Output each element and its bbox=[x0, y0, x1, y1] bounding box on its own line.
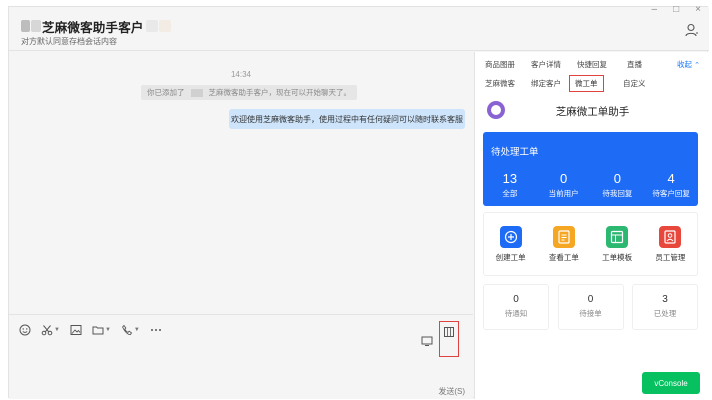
stat-value: 0 bbox=[587, 294, 594, 305]
stat-value: 3 bbox=[662, 294, 668, 305]
close-button[interactable]: × bbox=[695, 4, 701, 15]
chat-window: 芝麻微客助手客户 对方默认同意存档会话内容 – □ × 14:34 你已添加了 … bbox=[8, 4, 709, 399]
pending-stats: 13 全部 0 当前用户 0 待我回复 4 待客户回复 bbox=[483, 172, 698, 199]
stat-current-user[interactable]: 0 当前用户 bbox=[539, 172, 589, 199]
chat-header: 芝麻微客助手客户 对方默认同意存档会话内容 – □ × bbox=[9, 4, 709, 51]
message-list[interactable]: 14:34 你已添加了 芝麻微客助手客户，现在可以开始聊天了。 欢迎使用芝麻微客… bbox=[9, 52, 473, 314]
sent-message-bubble[interactable]: 欢迎使用芝麻微客助手，使用过程中有任何疑问可以随时联系客服 bbox=[229, 109, 465, 129]
chevron-down-icon: ▼ bbox=[133, 327, 140, 333]
window-controls: – □ × bbox=[652, 4, 701, 15]
bot-name: 芝麻微工单助手 bbox=[555, 106, 630, 118]
tab-custom[interactable]: 自定义 bbox=[623, 78, 646, 89]
stat-value: 0 bbox=[613, 171, 621, 186]
chevron-down-icon: ▼ bbox=[104, 327, 111, 333]
tab-zhima-weike[interactable]: 芝麻微客 bbox=[485, 78, 515, 89]
minimize-button[interactable]: – bbox=[652, 4, 658, 15]
vconsole-button[interactable]: vConsole bbox=[642, 372, 700, 394]
chevron-up-icon: ⌃ bbox=[694, 62, 700, 69]
redacted-name-block bbox=[31, 20, 41, 32]
more-icon[interactable] bbox=[150, 324, 162, 336]
tab-customer-details[interactable]: 客户详情 bbox=[531, 59, 561, 70]
redacted-name-block bbox=[158, 20, 171, 32]
redacted-name-block bbox=[145, 20, 158, 32]
bot-header: 芝麻微工单助手 bbox=[475, 100, 710, 122]
redacted-avatar bbox=[21, 20, 30, 32]
stat-label: 全部 bbox=[502, 189, 518, 198]
stat-awaiting-customer-reply[interactable]: 4 待客户回复 bbox=[646, 172, 696, 199]
input-toolbar: ▼ ▼ ▼ bbox=[19, 324, 162, 336]
collapse-label: 收起 bbox=[677, 60, 692, 69]
function-label: 创建工单 bbox=[495, 252, 526, 262]
system-message: 你已添加了 芝麻微客助手客户，现在可以开始聊天了。 bbox=[141, 85, 357, 100]
stat-label: 待我回复 bbox=[602, 189, 633, 198]
folder-icon[interactable]: ▼ bbox=[92, 324, 111, 336]
person-icon[interactable] bbox=[685, 23, 699, 37]
message-input-area[interactable]: ▼ ▼ ▼ 发送(S) bbox=[9, 314, 473, 399]
stat-value: 0 bbox=[513, 294, 519, 305]
tab-live[interactable]: 直播 bbox=[627, 59, 642, 70]
function-label: 工单模板 bbox=[602, 252, 633, 262]
send-button[interactable]: 发送(S) bbox=[438, 386, 465, 397]
order-templates-button[interactable]: 工单模板 bbox=[592, 225, 642, 263]
pending-orders-title: 待处理工单 bbox=[491, 147, 539, 158]
stat-value: 4 bbox=[667, 171, 675, 186]
screen-icon[interactable] bbox=[421, 335, 433, 347]
collapse-button[interactable]: 收起 ⌃ bbox=[677, 59, 700, 70]
sidebar-panel-icon bbox=[444, 327, 454, 337]
stat-to-notify[interactable]: 0 待通知 bbox=[483, 284, 549, 330]
tab-work-order[interactable]: 微工单 bbox=[569, 75, 604, 92]
stat-all[interactable]: 13 全部 bbox=[485, 172, 535, 199]
maximize-button[interactable]: □ bbox=[673, 4, 679, 15]
pending-orders-card: 待处理工单 13 全部 0 当前用户 0 待我回复 4 待客户回复 bbox=[483, 132, 698, 206]
message-timestamp: 14:34 bbox=[230, 70, 252, 79]
function-grid: 创建工单 查看工单 工单模板 员工管理 bbox=[483, 212, 698, 276]
stat-awaiting-my-reply[interactable]: 0 待我回复 bbox=[592, 172, 642, 199]
order-status-stats: 0 待通知 0 待接单 3 已处理 bbox=[483, 284, 698, 330]
input-right-tools bbox=[421, 321, 459, 359]
phone-icon[interactable]: ▼ bbox=[121, 324, 140, 336]
redacted-name bbox=[190, 88, 203, 97]
plus-circle-icon bbox=[499, 225, 522, 248]
stat-to-accept[interactable]: 0 待接单 bbox=[557, 284, 624, 330]
stat-label: 待通知 bbox=[504, 309, 528, 318]
stat-label: 当前用户 bbox=[548, 189, 579, 198]
tab-quick-reply[interactable]: 快捷回复 bbox=[577, 59, 607, 70]
stat-label: 已处理 bbox=[653, 309, 677, 318]
stat-value: 13 bbox=[502, 171, 518, 186]
create-order-button[interactable]: 创建工单 bbox=[486, 225, 536, 263]
system-message-text: 芝麻微客助手客户，现在可以开始聊天了。 bbox=[208, 88, 352, 97]
tab-product-album[interactable]: 商品图册 bbox=[485, 59, 515, 70]
scissors-icon[interactable]: ▼ bbox=[41, 324, 60, 336]
function-label: 员工管理 bbox=[655, 252, 686, 262]
view-orders-button[interactable]: 查看工单 bbox=[539, 225, 589, 263]
emoji-icon[interactable] bbox=[19, 324, 31, 336]
image-icon[interactable] bbox=[70, 324, 82, 336]
tab-bind-customer[interactable]: 绑定客户 bbox=[531, 78, 561, 89]
chat-subtitle: 对方默认同意存档会话内容 bbox=[21, 37, 117, 46]
stat-label: 待客户回复 bbox=[652, 189, 690, 198]
chat-title-row: 芝麻微客助手客户 bbox=[21, 18, 171, 35]
chevron-down-icon: ▼ bbox=[54, 327, 60, 333]
staff-management-button[interactable]: 员工管理 bbox=[645, 225, 695, 263]
stat-value: 0 bbox=[560, 171, 568, 186]
system-message-prefix: 你已添加了 bbox=[147, 88, 185, 97]
stat-processed[interactable]: 3 已处理 bbox=[632, 284, 698, 330]
staff-badge-icon bbox=[659, 225, 682, 248]
template-icon bbox=[606, 225, 629, 248]
stat-label: 待接单 bbox=[579, 309, 602, 318]
document-icon bbox=[552, 225, 575, 248]
side-panel: 商品图册 客户详情 快捷回复 直播 收起 ⌃ 芝麻微客 绑定客户 微工单 自定义… bbox=[474, 52, 709, 399]
sidebar-toggle-button[interactable] bbox=[439, 321, 459, 357]
function-label: 查看工单 bbox=[548, 252, 579, 262]
panel-tabs: 商品图册 客户详情 快捷回复 直播 收起 ⌃ 芝麻微客 绑定客户 微工单 自定义 bbox=[475, 52, 710, 92]
chat-title: 芝麻微客助手客户 bbox=[42, 20, 144, 35]
